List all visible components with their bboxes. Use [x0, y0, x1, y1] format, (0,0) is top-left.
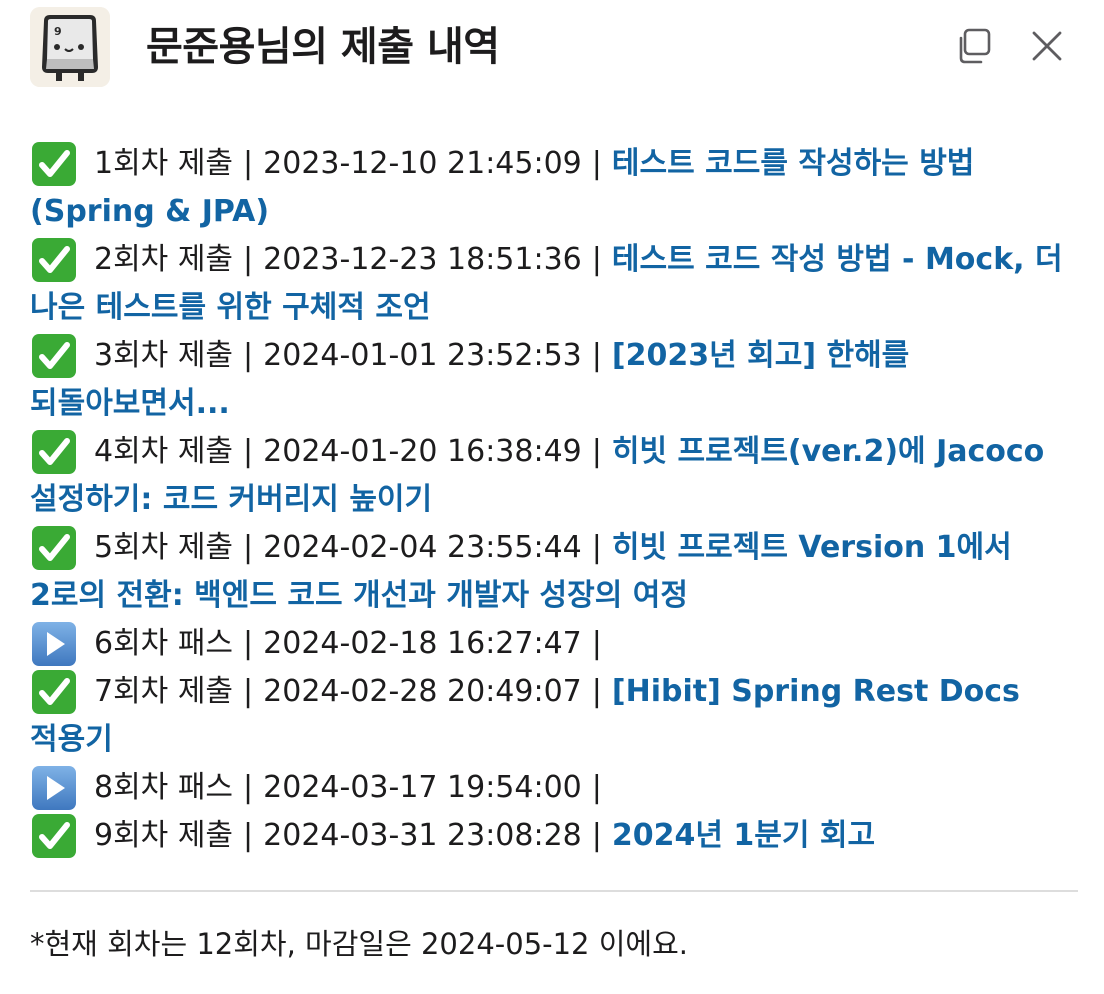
check-mark-button-icon	[30, 812, 78, 860]
submission-datetime: 2024-03-17 19:54:00	[263, 770, 582, 805]
play-button-icon	[30, 764, 78, 812]
svg-text:9: 9	[54, 25, 62, 38]
separator: |	[591, 338, 602, 373]
submission-datetime: 2024-01-01 23:52:53	[263, 338, 582, 373]
separator: |	[243, 434, 254, 469]
submission-datetime: 2024-02-04 23:55:44	[263, 530, 582, 565]
check-mark-button-icon	[30, 140, 78, 188]
submission-row: 8회차 패스 | 2024-03-17 19:54:00 |	[30, 764, 1080, 812]
submission-round: 1회차 제출	[94, 146, 234, 181]
submission-round: 9회차 제출	[94, 818, 234, 853]
submission-row: 9회차 제출 | 2024-03-31 23:08:28 | 2024년 1분기 회고	[30, 812, 1080, 860]
check-mark-button-icon	[30, 332, 78, 380]
app-avatar: 9	[30, 7, 110, 87]
separator: |	[243, 770, 254, 805]
submission-datetime: 2024-03-31 23:08:28	[263, 818, 582, 853]
submission-datetime: 2024-02-18 16:27:47	[263, 626, 582, 661]
close-icon	[1032, 31, 1062, 61]
submission-row: 7회차 제출 | 2024-02-28 20:49:07 | [Hibit] Sprin…	[30, 668, 1080, 764]
separator: |	[243, 626, 254, 661]
submission-round: 4회차 제출	[94, 434, 234, 469]
submission-row: 4회차 제출 | 2024-01-20 16:38:49 | 히빗 프로젝트(ver.2…	[30, 428, 1080, 524]
submission-round: 6회차 패스	[94, 626, 234, 661]
submission-row: 6회차 패스 | 2024-02-18 16:27:47 |	[30, 620, 1080, 668]
check-mark-button-icon	[30, 668, 78, 716]
separator: |	[243, 530, 254, 565]
close-button[interactable]	[1027, 26, 1067, 66]
separator: |	[591, 434, 602, 469]
separator: |	[243, 338, 254, 373]
separator: |	[243, 818, 254, 853]
submission-datetime: 2024-01-20 16:38:49	[263, 434, 582, 469]
separator: |	[591, 530, 602, 565]
submission-round: 3회차 제출	[94, 338, 234, 373]
separator: |	[243, 146, 254, 181]
play-button-icon	[30, 620, 78, 668]
separator: |	[591, 146, 602, 181]
submission-round: 5회차 제출	[94, 530, 234, 565]
submission-row: 2회차 제출 | 2023-12-23 18:51:36 | 테스트 코드 작성 방법 …	[30, 236, 1080, 332]
submission-round: 7회차 제출	[94, 674, 234, 709]
submission-row: 3회차 제출 | 2024-01-01 23:52:53 | [2023년 회고] 한해…	[30, 332, 1080, 428]
check-mark-button-icon	[30, 524, 78, 572]
check-mark-button-icon	[30, 428, 78, 476]
modal-header: 9 문준용님의 제출 내역	[0, 0, 1104, 96]
separator: |	[591, 626, 602, 661]
separator: |	[591, 242, 602, 277]
submission-row: 5회차 제출 | 2024-02-04 23:55:44 | 히빗 프로젝트 Versi…	[30, 524, 1080, 620]
submission-datetime: 2024-02-28 20:49:07	[263, 674, 582, 709]
divider	[30, 890, 1078, 892]
separator: |	[591, 770, 602, 805]
page-title: 문준용님의 제출 내역	[146, 24, 500, 70]
submission-round: 8회차 패스	[94, 770, 234, 805]
copy-button[interactable]	[954, 26, 994, 66]
separator: |	[243, 674, 254, 709]
copy-icon	[959, 28, 991, 64]
submission-datetime: 2023-12-23 18:51:36	[263, 242, 582, 277]
separator: |	[591, 674, 602, 709]
check-mark-button-icon	[30, 236, 78, 284]
submission-list: 1회차 제출 | 2023-12-10 21:45:09 | 테스트 코드를 작성하는 …	[30, 140, 1080, 860]
submission-datetime: 2023-12-10 21:45:09	[263, 146, 582, 181]
separator: |	[591, 818, 602, 853]
post-link[interactable]: 2024년 1분기 회고	[612, 818, 875, 853]
submission-round: 2회차 제출	[94, 242, 234, 277]
keyboard-key-mascot-icon: 9	[30, 7, 110, 87]
separator: |	[243, 242, 254, 277]
footer-note: *현재 회차는 12회차, 마감일은 2024-05-12 이에요.	[30, 927, 688, 961]
submission-row: 1회차 제출 | 2023-12-10 21:45:09 | 테스트 코드를 작성하는 …	[30, 140, 1080, 236]
